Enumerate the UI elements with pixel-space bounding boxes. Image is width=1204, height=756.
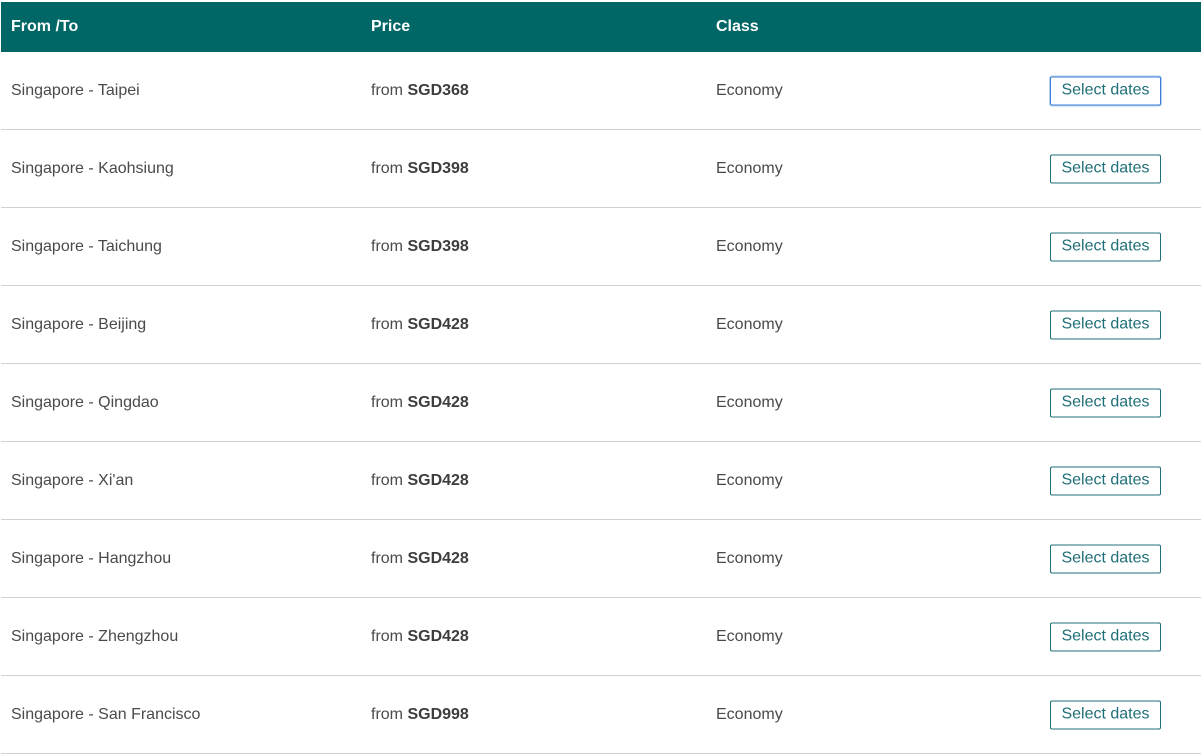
route-cell: Singapore - Qingdao — [11, 393, 159, 411]
route-cell: Singapore - Beijing — [11, 315, 147, 333]
price-amount: SGD428 — [407, 627, 469, 645]
table-row: Singapore - Taipei from SGD368 Economy S… — [1, 52, 1201, 130]
select-dates-button[interactable]: Select dates — [1050, 154, 1161, 183]
select-dates-button[interactable]: Select dates — [1050, 466, 1161, 495]
price-prefix: from — [371, 237, 403, 255]
price-cell: from SGD998 — [371, 706, 469, 724]
price-amount: SGD398 — [407, 159, 469, 177]
price-cell: from SGD428 — [371, 550, 469, 568]
price-amount: SGD998 — [407, 705, 469, 723]
route-cell: Singapore - Zhengzhou — [11, 627, 179, 645]
price-prefix: from — [371, 549, 403, 567]
price-amount: SGD428 — [407, 315, 469, 333]
route-cell: Singapore - Taichung — [11, 237, 162, 255]
fares-table: From /To Price Class Singapore - Taipei … — [1, 2, 1201, 754]
price-prefix: from — [371, 315, 403, 333]
price-prefix: from — [371, 159, 403, 177]
route-cell: Singapore - San Francisco — [11, 705, 201, 723]
route-cell: Singapore - Taipei — [11, 81, 140, 99]
table-row: Singapore - San Francisco from SGD998 Ec… — [1, 676, 1201, 754]
table-row: Singapore - Zhengzhou from SGD428 Econom… — [1, 598, 1201, 676]
price-prefix: from — [371, 471, 403, 489]
table-row: Singapore - Xi'an from SGD428 Economy Se… — [1, 442, 1201, 520]
price-cell: from SGD428 — [371, 472, 469, 490]
select-dates-button[interactable]: Select dates — [1050, 622, 1161, 651]
class-cell: Economy — [716, 549, 783, 567]
price-cell: from SGD368 — [371, 82, 469, 100]
table-row: Singapore - Taichung from SGD398 Economy… — [1, 208, 1201, 286]
price-amount: SGD368 — [407, 81, 469, 99]
class-cell: Economy — [716, 81, 783, 99]
price-amount: SGD428 — [407, 471, 469, 489]
select-dates-button[interactable]: Select dates — [1050, 310, 1161, 339]
price-prefix: from — [371, 81, 403, 99]
price-prefix: from — [371, 393, 403, 411]
class-cell: Economy — [716, 237, 783, 255]
class-cell: Economy — [716, 315, 783, 333]
select-dates-button[interactable]: Select dates — [1050, 76, 1161, 105]
price-amount: SGD398 — [407, 237, 469, 255]
header-price: Price — [371, 18, 411, 35]
select-dates-button[interactable]: Select dates — [1050, 544, 1161, 573]
price-cell: from SGD428 — [371, 316, 469, 334]
class-cell: Economy — [716, 471, 783, 489]
class-cell: Economy — [716, 627, 783, 645]
select-dates-button[interactable]: Select dates — [1050, 388, 1161, 417]
price-prefix: from — [371, 627, 403, 645]
select-dates-button[interactable]: Select dates — [1050, 700, 1161, 729]
price-prefix: from — [371, 705, 403, 723]
class-cell: Economy — [716, 393, 783, 411]
table-header: From /To Price Class — [1, 2, 1201, 52]
table-row: Singapore - Hangzhou from SGD428 Economy… — [1, 520, 1201, 598]
price-amount: SGD428 — [407, 549, 469, 567]
table-row: Singapore - Qingdao from SGD428 Economy … — [1, 364, 1201, 442]
route-cell: Singapore - Kaohsiung — [11, 159, 174, 177]
table-row: Singapore - Beijing from SGD428 Economy … — [1, 286, 1201, 364]
price-amount: SGD428 — [407, 393, 469, 411]
price-cell: from SGD428 — [371, 394, 469, 412]
select-dates-button[interactable]: Select dates — [1050, 232, 1161, 261]
header-route: From /To — [11, 18, 79, 35]
route-cell: Singapore - Xi'an — [11, 471, 134, 489]
price-cell: from SGD398 — [371, 238, 469, 256]
price-cell: from SGD428 — [371, 628, 469, 646]
price-cell: from SGD398 — [371, 160, 469, 178]
class-cell: Economy — [716, 159, 783, 177]
table-row: Singapore - Kaohsiung from SGD398 Econom… — [1, 130, 1201, 208]
route-cell: Singapore - Hangzhou — [11, 549, 172, 567]
header-class: Class — [716, 18, 759, 35]
class-cell: Economy — [716, 705, 783, 723]
